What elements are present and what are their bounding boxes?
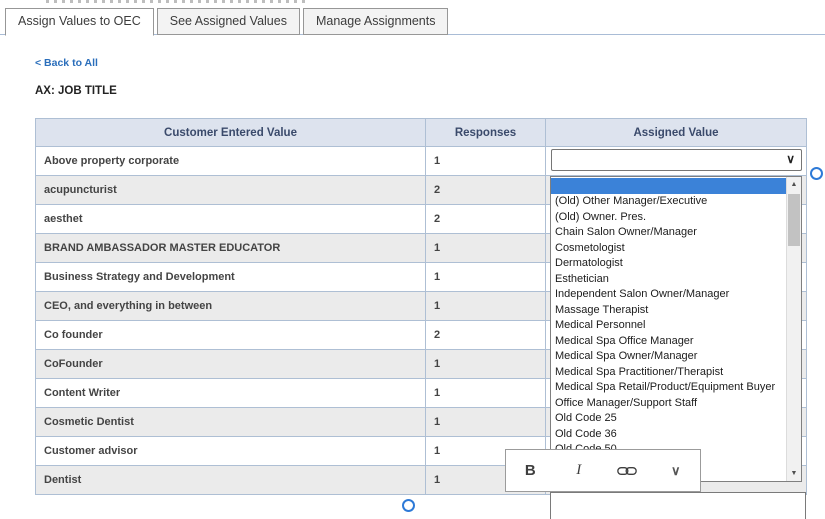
cell-customer-value: Business Strategy and Development bbox=[36, 263, 426, 292]
partial-input-box[interactable] bbox=[550, 492, 806, 519]
header-assigned-value: Assigned Value bbox=[546, 119, 807, 147]
dropdown-option[interactable]: Independent Salon Owner/Manager bbox=[551, 287, 786, 303]
dropdown-option[interactable]: Massage Therapist bbox=[551, 303, 786, 319]
dropdown-options: (Old) Other Manager/Executive(Old) Owner… bbox=[551, 178, 786, 481]
dropdown-option[interactable] bbox=[551, 178, 786, 194]
dropdown-option[interactable]: Medical Spa Owner/Manager bbox=[551, 349, 786, 365]
cell-customer-value: CEO, and everything in between bbox=[36, 292, 426, 321]
tab-see-assigned-values[interactable]: See Assigned Values bbox=[157, 8, 300, 35]
dropdown-option[interactable]: Medical Spa Practitioner/Therapist bbox=[551, 365, 786, 381]
dropdown-option[interactable]: Dermatologist bbox=[551, 256, 786, 272]
dropdown-option[interactable]: Office Manager/Support Staff bbox=[551, 396, 786, 412]
cell-customer-value: Above property corporate bbox=[36, 147, 426, 176]
cell-responses: 1 bbox=[426, 350, 546, 379]
italic-button[interactable]: I bbox=[564, 462, 594, 479]
chevron-down-icon: ∨ bbox=[786, 152, 795, 166]
bold-button[interactable]: B bbox=[515, 462, 545, 479]
cell-responses: 1 bbox=[426, 147, 546, 176]
cell-customer-value: aesthet bbox=[36, 205, 426, 234]
pointer-circle-right bbox=[810, 167, 823, 180]
tab-manage-assignments[interactable]: Manage Assignments bbox=[303, 8, 449, 35]
scroll-down-icon[interactable]: ▼ bbox=[787, 466, 801, 481]
cell-customer-value: CoFounder bbox=[36, 350, 426, 379]
cell-customer-value: BRAND AMBASSADOR MASTER EDUCATOR bbox=[36, 234, 426, 263]
dropdown-option[interactable]: Medical Spa Retail/Product/Equipment Buy… bbox=[551, 380, 786, 396]
dropdown-option[interactable]: Medical Personnel bbox=[551, 318, 786, 334]
cell-responses: 1 bbox=[426, 292, 546, 321]
assign-values-page: Assign Values to OEC See Assigned Values… bbox=[0, 0, 825, 519]
dropdown-option[interactable]: Medical Spa Office Manager bbox=[551, 334, 786, 350]
cell-responses: 1 bbox=[426, 379, 546, 408]
text-editor-toolbar: B I ∨ bbox=[505, 449, 701, 492]
cell-responses: 1 bbox=[426, 234, 546, 263]
dropdown-scrollbar[interactable]: ▲ ▼ bbox=[786, 177, 801, 481]
assigned-value-dropdown-list: (Old) Other Manager/Executive(Old) Owner… bbox=[550, 176, 802, 482]
scroll-up-icon[interactable]: ▲ bbox=[787, 177, 801, 192]
dropdown-option[interactable]: (Old) Owner. Pres. bbox=[551, 210, 786, 226]
header-customer-entered-value: Customer Entered Value bbox=[36, 119, 426, 147]
cell-responses: 1 bbox=[426, 408, 546, 437]
tab-assign-values-to-oec[interactable]: Assign Values to OEC bbox=[5, 8, 154, 36]
dropdown-option[interactable]: Cosmetologist bbox=[551, 241, 786, 257]
header-responses: Responses bbox=[426, 119, 546, 147]
cell-customer-value: Customer advisor bbox=[36, 437, 426, 466]
cell-responses: 2 bbox=[426, 205, 546, 234]
dropdown-option[interactable]: (Old) Other Manager/Executive bbox=[551, 194, 786, 210]
assigned-value-select[interactable]: ∨ bbox=[551, 149, 802, 171]
pointer-circle-bottom bbox=[402, 499, 415, 512]
cell-customer-value: acupuncturist bbox=[36, 176, 426, 205]
cell-responses: 2 bbox=[426, 176, 546, 205]
cell-customer-value: Content Writer bbox=[36, 379, 426, 408]
dropdown-option[interactable]: Esthetician bbox=[551, 272, 786, 288]
table-header-row: Customer Entered Value Responses Assigne… bbox=[36, 119, 807, 147]
cell-customer-value: Cosmetic Dentist bbox=[36, 408, 426, 437]
link-icon bbox=[612, 464, 642, 478]
dropdown-option[interactable]: Old Code 25 bbox=[551, 411, 786, 427]
toolbar-chevron-down-icon[interactable]: ∨ bbox=[661, 463, 691, 479]
page-title: AX: JOB TITLE bbox=[35, 85, 117, 97]
tab-strip: Assign Values to OEC See Assigned Values… bbox=[0, 8, 825, 35]
cell-customer-value: Co founder bbox=[36, 321, 426, 350]
back-to-all-link[interactable]: < Back to All bbox=[35, 57, 98, 69]
cell-responses: 2 bbox=[426, 321, 546, 350]
link-button[interactable] bbox=[612, 464, 642, 478]
scrollbar-thumb[interactable] bbox=[788, 194, 800, 246]
dropdown-option[interactable]: Chain Salon Owner/Manager bbox=[551, 225, 786, 241]
dropdown-option[interactable]: Old Code 36 bbox=[551, 427, 786, 443]
cropped-top-text bbox=[46, 0, 308, 3]
cell-responses: 1 bbox=[426, 263, 546, 292]
cell-customer-value: Dentist bbox=[36, 466, 426, 495]
